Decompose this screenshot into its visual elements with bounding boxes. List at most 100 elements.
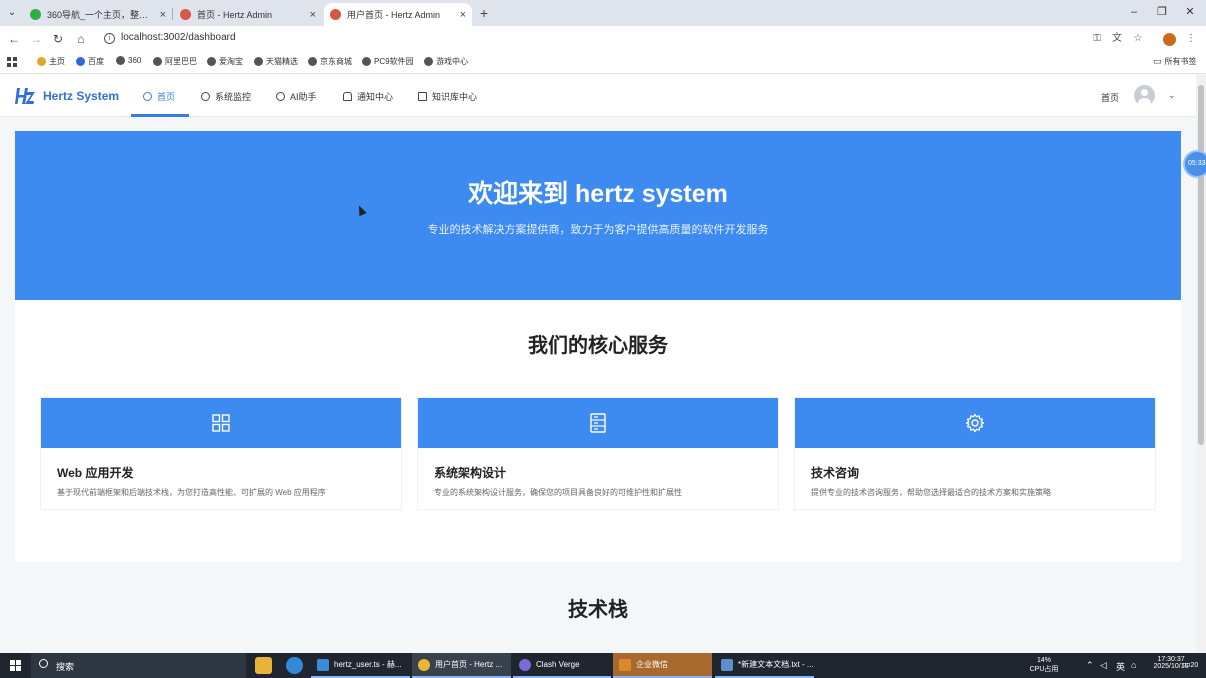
services-section: 我们的核心服务 Web 应用开发 基于现代前端框架和后端技术栈，为您打造高性能、… (15, 300, 1181, 562)
nav-item-knowledge-base[interactable]: 知识库中心 (418, 75, 477, 117)
minimize-icon[interactable]: – (1122, 4, 1146, 20)
clash-cat-icon (519, 658, 531, 671)
card-title: Web 应用开发 (57, 466, 134, 480)
nav-label: AI助手 (290, 91, 317, 102)
restore-icon[interactable]: ❐ (1150, 4, 1174, 20)
chrome-icon (418, 658, 430, 671)
card-header (41, 398, 401, 448)
taskbar-app-wecom[interactable]: 企业微信 (613, 653, 712, 678)
server-icon (590, 413, 606, 433)
bookmark-favicon-icon (424, 57, 433, 66)
cpu-percent: 14% (1036, 657, 1051, 664)
hertz-logo-icon[interactable] (15, 86, 35, 106)
nav-item-monitor[interactable]: 系统监控 (201, 75, 251, 117)
floating-timer-badge[interactable]: 05:33 (1183, 150, 1206, 178)
service-card-architecture[interactable]: 系统架构设计 专业的系统架构设计服务，确保您的项目具备良好的可维护性和扩展性 (417, 397, 779, 510)
nav-item-home[interactable]: 首页 (143, 75, 175, 117)
user-avatar[interactable] (1134, 85, 1155, 106)
card-description: 基于现代前端框架和后端技术栈，为您打造高性能、可扩展的 Web 应用程序 (57, 488, 326, 497)
folder-icon: ▭ (1153, 56, 1162, 66)
browser-tab-360[interactable]: 360导航_一个主页，整个世界 × (24, 3, 172, 26)
service-card-web[interactable]: Web 应用开发 基于现代前端框架和后端技术栈，为您打造高性能、可扩展的 Web… (40, 397, 402, 510)
nav-label: 知识库中心 (432, 91, 478, 102)
bookmarks-bar: 主页 百度 360 阿里巴巴 爱淘宝 天猫精选 京东商城 PC9软件园 游戏中心… (0, 52, 1206, 74)
ime-indicator[interactable]: 英 (1116, 660, 1125, 673)
bookmark-item[interactable]: 游戏中心 (424, 56, 468, 67)
key-icon[interactable]: ⚿ (1090, 32, 1104, 46)
cpu-usage[interactable]: 14% CPU占用 (1024, 657, 1064, 674)
app-header: Hertz System 首页 系统监控 AI助手 通知中心 知识库中心 首页 (0, 75, 1196, 117)
service-card-consulting[interactable]: 技术咨询 提供专业的技术咨询服务，帮助您选择最适合的技术方案和实施策略 (794, 397, 1156, 510)
wecom-icon (619, 658, 631, 671)
gear-icon (965, 413, 985, 433)
browser-tab-strip: ⌄ 360导航_一个主页，整个世界 × 首页 - Hertz Admin × 用… (0, 0, 1206, 26)
bookmark-item[interactable]: 百度 (76, 56, 104, 67)
taskbar-app-vscode[interactable]: hertz_user.ts - 赫... (311, 653, 410, 678)
window-close-icon[interactable]: ✕ (1178, 4, 1202, 20)
volume-icon[interactable]: ◁ (1100, 660, 1107, 671)
bookmark-favicon-icon (116, 56, 125, 65)
tab-close-icon[interactable]: × (160, 9, 166, 21)
nav-label: 系统监控 (215, 91, 252, 102)
tab-title: 用户首页 - Hertz Admin (347, 10, 441, 20)
notification-center-icon[interactable]: ▭20 (1182, 659, 1198, 670)
bookmark-item[interactable]: 阿里巴巴 (153, 56, 197, 67)
network-icon[interactable]: ⌂ (1131, 660, 1136, 670)
hero-title: 欢迎来到 hertz system (468, 180, 728, 208)
bookmark-item[interactable]: 主页 (37, 56, 65, 67)
bookmark-star-icon[interactable]: ☆ (1131, 32, 1145, 46)
bookmark-item[interactable]: 京东商城 (308, 56, 352, 67)
taskbar-app-chrome[interactable]: 用户首页 - Hertz ... (412, 653, 511, 678)
tech-stack-title: 技术栈 (568, 599, 628, 621)
tab-title: 首页 - Hertz Admin (197, 10, 273, 20)
translate-icon[interactable]: 文 (1110, 32, 1124, 46)
card-title: 技术咨询 (811, 466, 860, 480)
taskbar-app-notepad[interactable]: *新建文本文档.txt - ... (715, 653, 814, 678)
scrollbar-thumb[interactable] (1198, 85, 1204, 445)
tab-title: 360导航_一个主页，整个世界 (47, 10, 154, 20)
back-arrow-icon[interactable]: ← (6, 31, 22, 47)
home-icon[interactable]: ⌂ (73, 31, 89, 47)
tab-search-chevron-icon[interactable]: ⌄ (4, 5, 20, 21)
edge-browser-icon[interactable] (286, 657, 303, 674)
hero-banner: 欢迎来到 hertz system 专业的技术解决方案提供商，致力于为客户提供高… (15, 131, 1181, 300)
dashboard-icon (143, 91, 152, 101)
omnibox[interactable]: i localhost:3002/dashboard (98, 29, 1158, 49)
chevron-down-icon[interactable]: ⌄ (1168, 90, 1176, 101)
hero-subtitle: 专业的技术解决方案提供商，致力于为客户提供高质量的软件开发服务 (427, 224, 769, 236)
browser-tab-user-home[interactable]: 用户首页 - Hertz Admin × (324, 3, 472, 26)
reload-icon[interactable]: ↻ (50, 31, 66, 47)
tray-chevron-up-icon[interactable]: ⌃ (1086, 660, 1094, 671)
bookmark-favicon-icon (308, 57, 317, 66)
taskbar-app-clash[interactable]: Clash Verge (513, 653, 611, 678)
card-description: 提供专业的技术咨询服务，帮助您选择最适合的技术方案和实施策略 (811, 488, 1051, 497)
url-text[interactable]: localhost:3002/dashboard (121, 32, 236, 43)
all-bookmarks-folder[interactable]: ▭ 所有书签 (1153, 56, 1197, 67)
card-title: 系统架构设计 (434, 466, 507, 480)
tab-close-icon[interactable]: × (310, 9, 316, 21)
new-tab-plus-icon[interactable]: + (476, 4, 492, 22)
nav-item-ai-assistant[interactable]: AI助手 (276, 75, 317, 117)
browser-tab-home[interactable]: 首页 - Hertz Admin × (174, 3, 322, 26)
forward-arrow-icon[interactable]: → (28, 31, 44, 47)
file-explorer-icon[interactable] (255, 657, 272, 674)
taskbar-search[interactable]: 搜索 (31, 653, 246, 678)
bookmark-favicon-icon (76, 57, 85, 66)
browser-menu-icon[interactable]: ⋮ (1184, 32, 1198, 46)
header-home-link[interactable]: 首页 (1101, 91, 1119, 104)
grid-icon (212, 414, 230, 432)
site-info-icon[interactable]: i (104, 33, 115, 44)
apps-grid-icon[interactable] (7, 57, 17, 67)
bookmark-item[interactable]: 天猫精选 (254, 56, 298, 67)
bookmark-item[interactable]: PC9软件园 (362, 56, 414, 67)
bookmark-favicon-icon (37, 57, 46, 66)
windows-start-icon[interactable] (10, 660, 21, 671)
tab-favicon-icon (30, 9, 41, 20)
tab-close-icon[interactable]: × (460, 9, 466, 21)
profile-avatar-icon[interactable] (1163, 33, 1176, 46)
bookmark-item[interactable]: 爱淘宝 (207, 56, 243, 67)
bookmark-item[interactable]: 360 (116, 56, 141, 65)
bookmark-favicon-icon (362, 57, 371, 66)
app-logo-text[interactable]: Hertz System (43, 89, 119, 103)
nav-item-notifications[interactable]: 通知中心 (343, 75, 393, 117)
